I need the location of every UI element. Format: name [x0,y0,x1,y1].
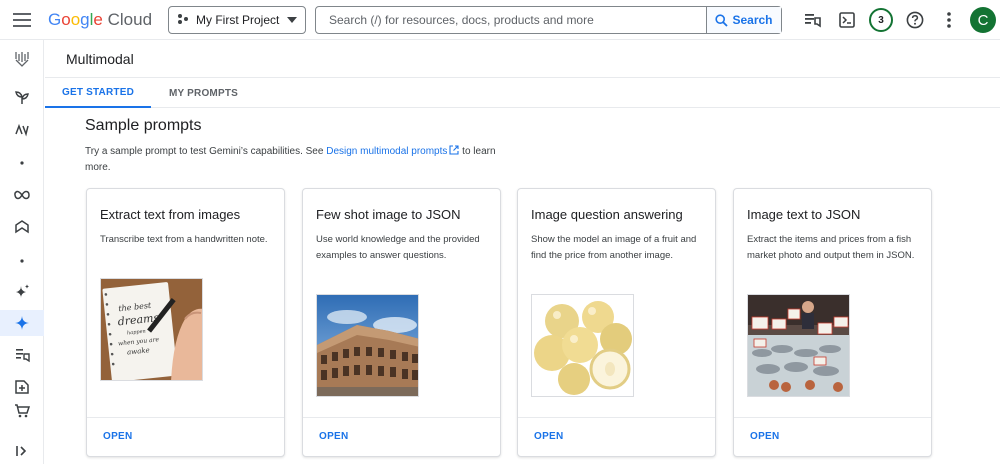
workflow-icon[interactable] [0,117,44,143]
section-description: Try a sample prompt to test Gemini’s cap… [85,145,496,173]
avatar[interactable]: C [970,7,996,33]
sprout-icon[interactable] [0,84,44,110]
marketplace-cart-icon[interactable] [0,398,44,424]
search-button[interactable]: Search [706,7,781,33]
dot-icon [0,248,44,274]
page-title: Multimodal [66,51,134,67]
card-divider [734,417,931,418]
expand-nav-icon[interactable] [0,438,44,464]
sparkles-icon[interactable] [0,278,44,304]
vertex-ai-logo-icon[interactable] [0,46,44,72]
card-divider [303,417,500,418]
colosseum-image [316,294,419,397]
prompt-list-icon[interactable] [0,342,44,368]
google-cloud-logo[interactable]: Google Cloud [48,10,164,30]
search-icon [715,13,729,27]
open-button[interactable]: OPEN [534,431,564,442]
card-title: Few shot image to JSON [316,207,461,222]
card-description: Extract the items and prices from a fish… [747,234,915,261]
open-button[interactable]: OPEN [103,431,133,442]
search-button-label: Search [732,13,773,27]
cloud-shell-icon[interactable] [830,0,864,40]
card-title: Image question answering [531,207,683,222]
section-heading: Sample prompts [85,117,202,134]
dot-icon [0,150,44,176]
handwritten-note-image: the best dreams happen when you are awak… [100,278,203,381]
search-bar: Search (/) for resources, docs, products… [315,6,782,34]
top-bar: Google Cloud My First Project Search (/)… [0,0,1000,40]
sample-card-few-shot[interactable]: Few shot image to JSON Use world knowled… [302,188,501,457]
sample-card-image-qa[interactable]: Image question answering Show the model … [517,188,716,457]
project-dots-icon [177,13,189,28]
infinity-icon[interactable] [0,182,44,208]
side-nav [0,40,44,464]
card-description: Transcribe text from a handwritten note. [100,234,268,245]
top-actions: 3 [796,0,966,40]
main-menu-icon[interactable] [0,0,44,40]
help-icon[interactable] [898,0,932,40]
sample-card-extract-text[interactable]: Extract text from images Transcribe text… [86,188,285,457]
card-divider [518,417,715,418]
gemini-sparkle-icon[interactable] [0,310,44,336]
card-title: Extract text from images [100,207,241,222]
tab-get-started[interactable]: GET STARTED [45,79,151,108]
asian-pears-image [531,294,634,397]
tab-bar: GET STARTED MY PROMPTS [45,79,1000,108]
model-garden-icon[interactable] [0,214,44,240]
notifications-badge[interactable]: 3 [864,0,898,40]
open-button[interactable]: OPEN [319,431,349,442]
external-link-icon [449,145,459,155]
chevron-down-icon [287,15,297,26]
add-document-icon[interactable] [0,374,44,400]
card-divider [87,417,284,418]
card-description: Use world knowledge and the provided exa… [316,234,480,261]
search-input[interactable]: Search (/) for resources, docs, products… [316,13,706,27]
fish-market-image [747,294,850,397]
card-title: Image text to JSON [747,207,861,222]
open-button[interactable]: OPEN [750,431,780,442]
tab-my-prompts[interactable]: MY PROMPTS [151,79,256,108]
page-header: Multimodal [45,40,1000,78]
feedback-icon[interactable] [796,0,830,40]
project-picker-button[interactable]: My First Project [168,6,306,34]
design-prompts-link[interactable]: Design multimodal prompts [326,145,459,157]
project-name: My First Project [196,13,280,27]
card-description: Show the model an image of a fruit and f… [531,234,697,261]
sample-card-image-text-json[interactable]: Image text to JSON Extract the items and… [733,188,932,457]
more-options-icon[interactable] [932,0,966,40]
main-content: Sample prompts Try a sample prompt to te… [45,108,1000,464]
